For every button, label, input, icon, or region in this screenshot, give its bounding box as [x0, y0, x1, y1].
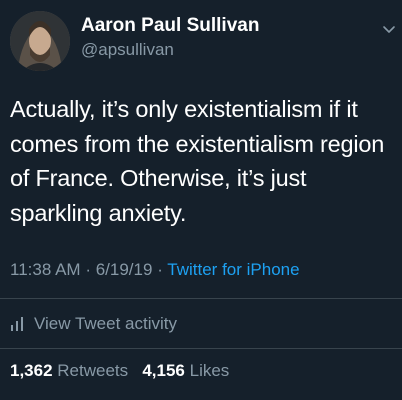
view-tweet-activity-label: View Tweet activity [34, 314, 177, 333]
likes-stat[interactable]: 4,156 Likes [142, 361, 229, 380]
divider [0, 348, 402, 349]
tweet-text: Actually, it’s only existentialism if it… [10, 96, 385, 226]
avatar[interactable] [10, 11, 70, 71]
tweet-stats: 1,362 Retweets 4,156 Likes [10, 361, 229, 381]
retweets-stat[interactable]: 1,362 Retweets [10, 361, 133, 380]
retweets-count: 1,362 [10, 361, 53, 380]
view-tweet-activity-button[interactable]: View Tweet activity [10, 313, 177, 335]
bar-chart-icon [11, 317, 23, 331]
retweets-label: Retweets [57, 361, 129, 380]
meta-separator: · [85, 260, 91, 279]
author-handle[interactable]: @apsullivan [81, 40, 174, 60]
likes-label: Likes [189, 361, 230, 380]
tweet-meta: 11:38 AM · 6/19/19 · Twitter for iPhone [10, 260, 300, 280]
likes-count: 4,156 [142, 361, 185, 380]
avatar-image [10, 11, 70, 71]
tweet-time: 11:38 AM [10, 260, 81, 279]
author-display-name[interactable]: Aaron Paul Sullivan [81, 15, 259, 37]
meta-separator: · [157, 260, 163, 279]
tweet-card: Aaron Paul Sullivan @apsullivan Actually… [0, 0, 402, 400]
chevron-down-icon[interactable] [382, 22, 396, 36]
tweet-date[interactable]: 6/19/19 [96, 260, 153, 279]
divider [0, 298, 402, 299]
tweet-source-link[interactable]: Twitter for iPhone [167, 260, 299, 279]
